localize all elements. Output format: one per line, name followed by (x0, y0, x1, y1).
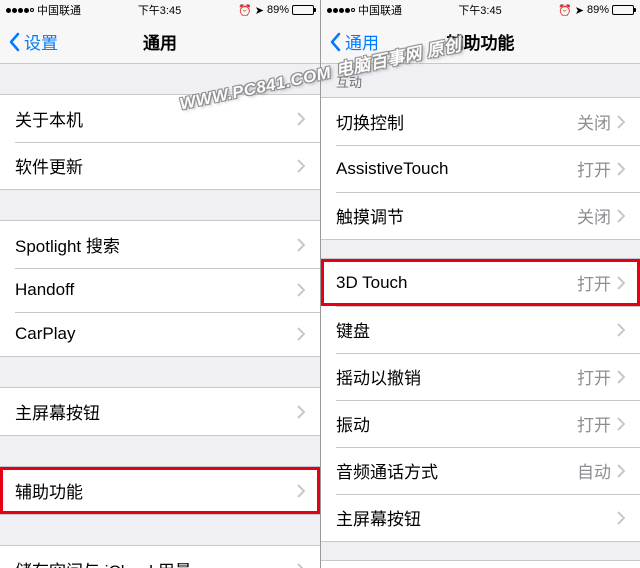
back-label: 设置 (24, 29, 58, 54)
row-label: 触摸调节 (336, 203, 404, 228)
phone-left: 中国联通 下午3:45 ⏰ ➤ 89% 设置 通用 关于本机 软件更新 (0, 0, 320, 568)
alarm-icon: ⏰ (558, 4, 572, 17)
row-label: 储存空间与 iCloud 用量 (15, 557, 192, 568)
status-time: 下午3:45 (458, 2, 501, 18)
row-value: 打开 (577, 156, 611, 181)
status-bar: 中国联通 下午3:45 ⏰ ➤ 89% (321, 0, 640, 20)
status-bar: 中国联通 下午3:45 ⏰ ➤ 89% (0, 0, 320, 20)
chevron-right-icon (617, 370, 625, 384)
signal-icon (6, 8, 34, 13)
row-about[interactable]: 关于本机 (0, 95, 320, 142)
chevron-left-icon (8, 32, 20, 52)
location-icon: ➤ (575, 4, 584, 17)
row-home-button-acc[interactable]: 主屏幕按钮 (321, 494, 640, 541)
row-value: 自动 (577, 458, 611, 483)
row-label: 辅助功能 (15, 478, 83, 503)
row-handoff[interactable]: Handoff (0, 268, 320, 312)
chevron-right-icon (297, 159, 305, 173)
location-icon: ➤ (255, 4, 264, 17)
row-value: 打开 (577, 411, 611, 436)
back-label: 通用 (345, 29, 379, 54)
row-accessibility[interactable]: 辅助功能 (0, 467, 320, 514)
chevron-right-icon (297, 327, 305, 341)
alarm-icon: ⏰ (238, 4, 252, 17)
section-header-interaction: 互动 (321, 64, 640, 97)
chevron-right-icon (617, 115, 625, 129)
row-keyboard[interactable]: 键盘 (321, 306, 640, 353)
chevron-right-icon (297, 484, 305, 498)
row-label: 关于本机 (15, 106, 83, 131)
nav-bar: 通用 辅助功能 (321, 20, 640, 64)
row-value: 关闭 (577, 203, 611, 228)
row-label: 主屏幕按钮 (336, 505, 421, 530)
row-assistive-touch[interactable]: AssistiveTouch 打开 (321, 145, 640, 192)
row-shake-undo[interactable]: 摇动以撤销 打开 (321, 353, 640, 400)
row-label: 振动 (336, 411, 370, 436)
chevron-right-icon (297, 563, 305, 568)
row-label: 主屏幕按钮 (15, 399, 100, 424)
row-label: 摇动以撤销 (336, 364, 421, 389)
row-label: 键盘 (336, 317, 370, 342)
chevron-left-icon (329, 32, 341, 52)
row-touch-accommodations[interactable]: 触摸调节 关闭 (321, 192, 640, 239)
row-storage[interactable]: 储存空间与 iCloud 用量 (0, 546, 320, 568)
row-call-audio-routing[interactable]: 音频通话方式 自动 (321, 447, 640, 494)
battery-icon (292, 5, 314, 15)
chevron-right-icon (617, 209, 625, 223)
row-switch-control[interactable]: 切换控制 关闭 (321, 98, 640, 145)
row-spotlight[interactable]: Spotlight 搜索 (0, 221, 320, 268)
chevron-right-icon (297, 112, 305, 126)
row-value: 打开 (577, 364, 611, 389)
accessibility-list[interactable]: 互动 切换控制 关闭 AssistiveTouch 打开 触摸调节 关闭 3D … (321, 64, 640, 568)
chevron-right-icon (617, 276, 625, 290)
carrier-label: 中国联通 (358, 2, 402, 18)
settings-list[interactable]: 关于本机 软件更新 Spotlight 搜索 Handoff CarPlay (0, 64, 320, 568)
row-value: 打开 (577, 270, 611, 295)
row-carplay[interactable]: CarPlay (0, 312, 320, 356)
chevron-right-icon (617, 162, 625, 176)
chevron-right-icon (297, 238, 305, 252)
row-home-button[interactable]: 主屏幕按钮 (0, 388, 320, 435)
row-software-update[interactable]: 软件更新 (0, 142, 320, 189)
row-label: AssistiveTouch (336, 159, 448, 179)
nav-bar: 设置 通用 (0, 20, 320, 64)
row-vibration[interactable]: 振动 打开 (321, 400, 640, 447)
signal-icon (327, 8, 355, 13)
battery-percent: 89% (267, 4, 289, 16)
chevron-right-icon (617, 417, 625, 431)
battery-icon (612, 5, 634, 15)
row-label: 软件更新 (15, 153, 83, 178)
row-label: Spotlight 搜索 (15, 232, 120, 257)
row-label: 切换控制 (336, 109, 404, 134)
status-time: 下午3:45 (138, 2, 181, 18)
back-button[interactable]: 通用 (321, 29, 379, 54)
row-label: CarPlay (15, 324, 75, 344)
chevron-right-icon (617, 511, 625, 525)
row-label: Handoff (15, 280, 74, 300)
row-label: 音频通话方式 (336, 458, 438, 483)
chevron-right-icon (297, 405, 305, 419)
chevron-right-icon (617, 323, 625, 337)
chevron-right-icon (297, 283, 305, 297)
row-label: 3D Touch (336, 273, 408, 293)
row-3d-touch[interactable]: 3D Touch 打开 (321, 259, 640, 306)
battery-percent: 89% (587, 4, 609, 16)
row-reachability[interactable]: 便捷访问 (321, 561, 640, 568)
chevron-right-icon (617, 464, 625, 478)
row-value: 关闭 (577, 109, 611, 134)
carrier-label: 中国联通 (37, 2, 81, 18)
phone-right: 中国联通 下午3:45 ⏰ ➤ 89% 通用 辅助功能 互动 切换控制 关闭 A… (320, 0, 640, 568)
back-button[interactable]: 设置 (0, 29, 58, 54)
